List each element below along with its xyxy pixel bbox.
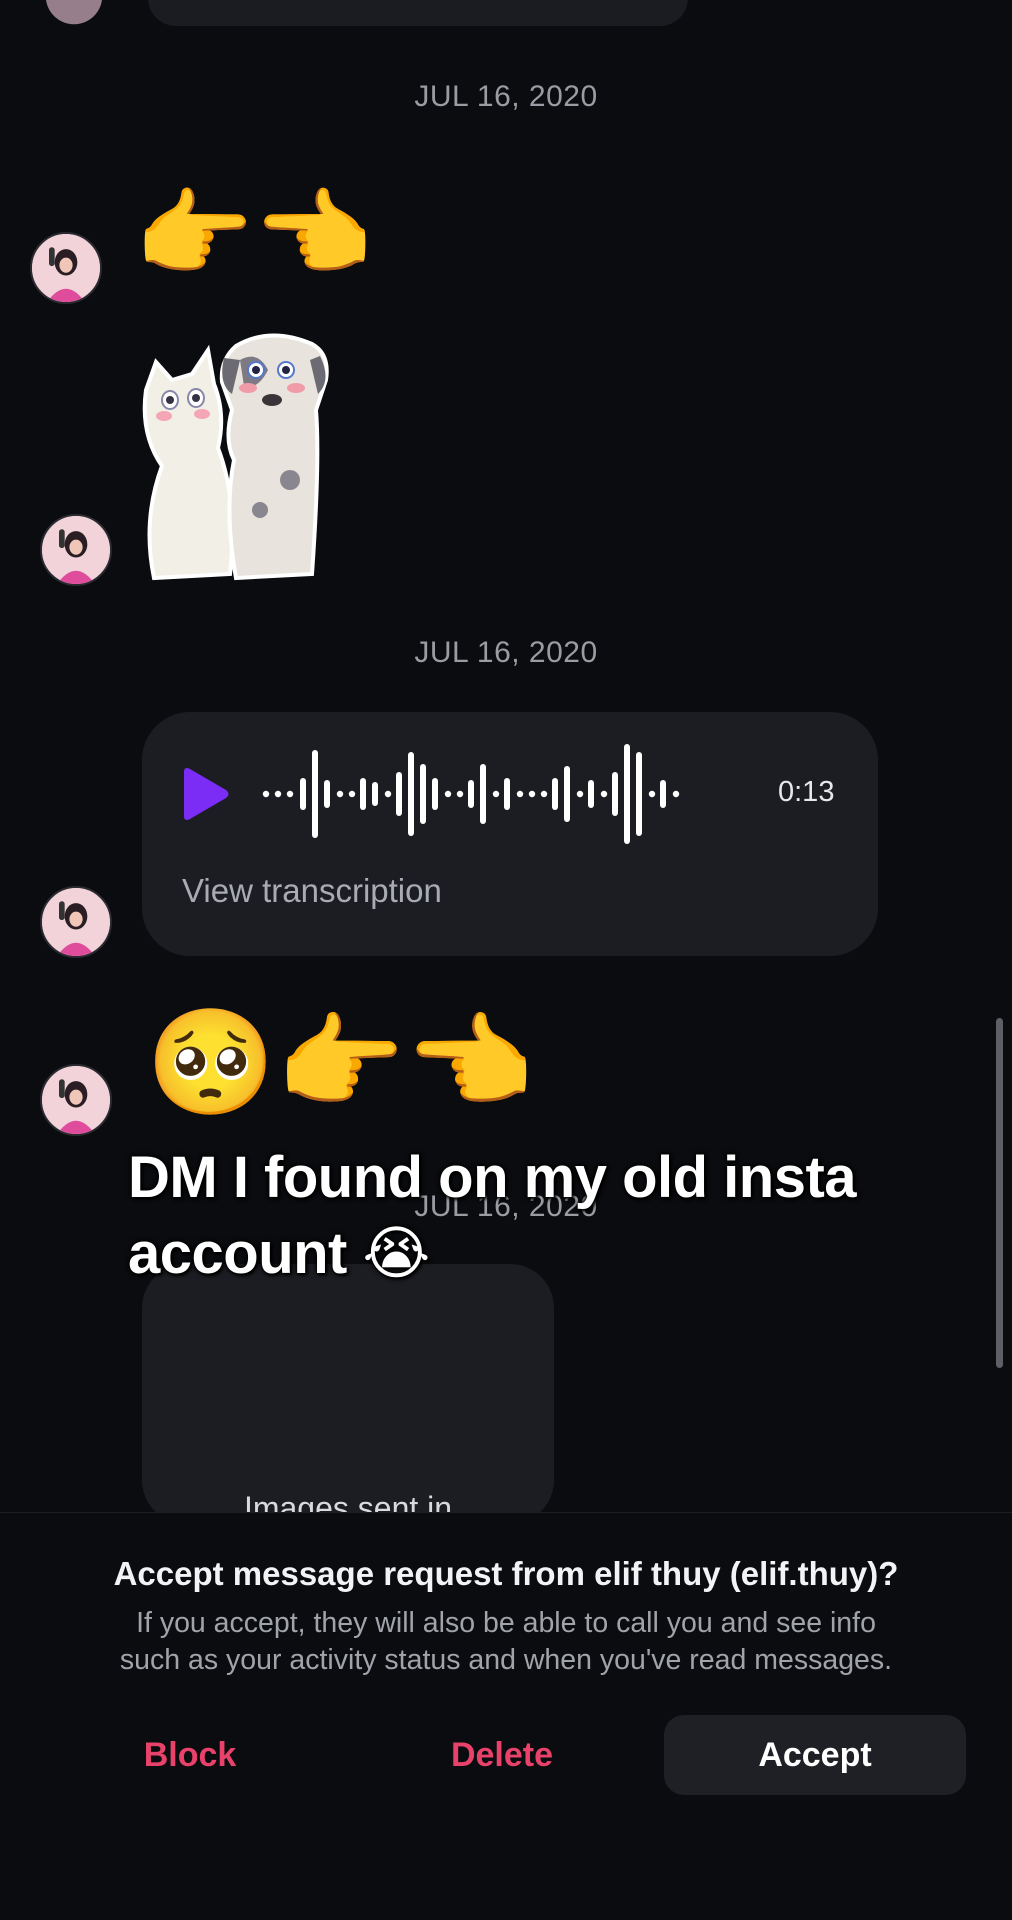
avatar [38,0,110,32]
play-icon[interactable] [178,766,230,822]
accept-button[interactable]: Accept [664,1715,966,1795]
voice-duration: 0:13 [778,776,835,808]
emoji-message[interactable]: 🥺👉👈 [146,1010,534,1114]
request-description-line-1: If you accept, they will also be able to… [136,1607,876,1639]
waveform-icon[interactable] [262,742,742,846]
avatar[interactable] [40,886,112,958]
avatar[interactable] [40,1064,112,1136]
view-transcription-link[interactable]: View transcription [182,872,442,910]
voice-message[interactable]: 0:13 View transcription [142,712,878,956]
date-separator: JUL 16, 2020 [414,80,598,113]
avatar[interactable] [30,232,102,304]
scrollbar[interactable] [996,1018,1003,1368]
caption-line-2: account 😭 [128,1221,430,1286]
overlay-caption: DM I found on my old insta account 😭 [128,1140,988,1292]
delete-button[interactable]: Delete [392,1715,612,1795]
image-message[interactable]: Images sent in [142,1264,554,1524]
message-bubble[interactable] [148,0,688,26]
sticker-message[interactable] [140,330,370,582]
request-title: Accept message request from elif thuy (e… [113,1555,899,1592]
request-description: If you accept, they will also be able to… [50,1605,962,1679]
request-description-line-2: such as your activity status and when yo… [119,1644,893,1676]
caption-line-1: DM I found on my old insta [128,1145,857,1210]
message-request-panel: Accept message request from elif thuy (e… [0,1512,1012,1920]
avatar[interactable] [40,514,112,586]
emoji-message[interactable]: 👉👈 [134,186,373,282]
block-button[interactable]: Block [80,1715,300,1795]
date-separator: JUL 16, 2020 [414,636,598,669]
